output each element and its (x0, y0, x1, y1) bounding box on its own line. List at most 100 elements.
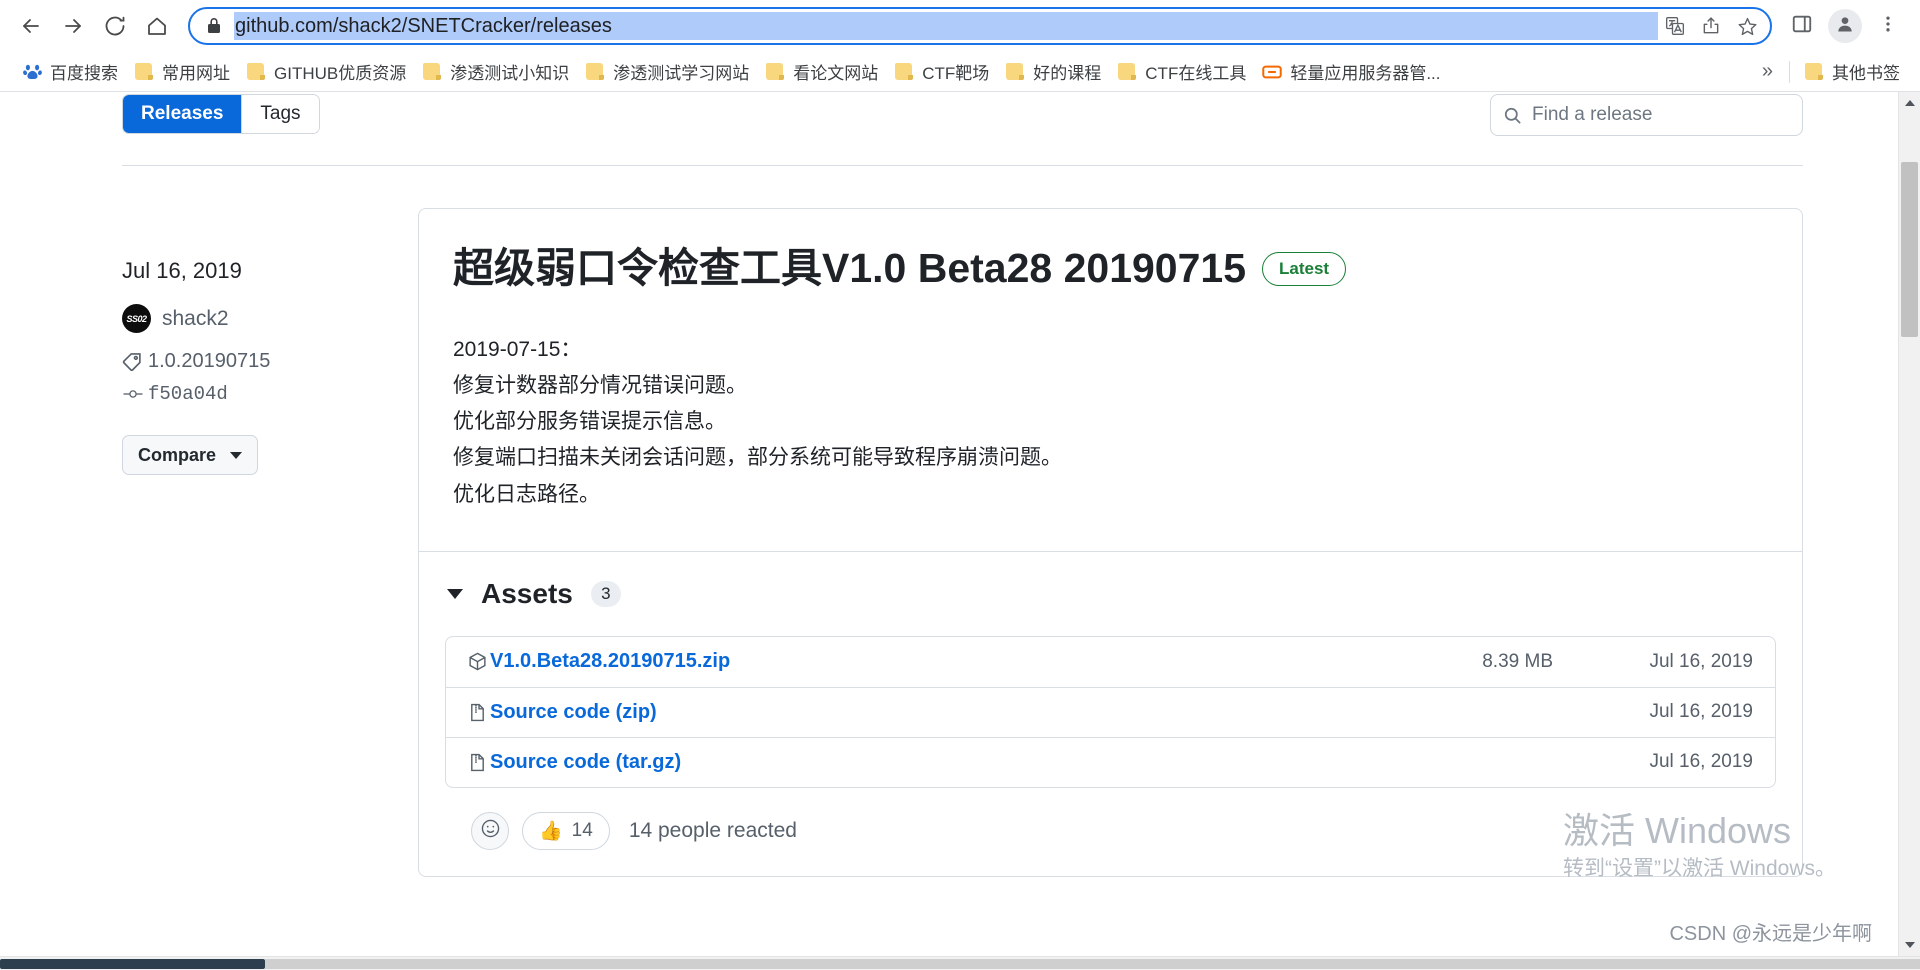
asset-name-cell: V1.0.Beta28.20190715.zip (468, 650, 1363, 673)
other-bookmarks-button[interactable]: 其他书签 (1796, 57, 1908, 87)
bookmark-item-1[interactable]: 常用网址 (126, 57, 238, 87)
chevron-down-icon (230, 451, 243, 459)
bookmarks-bar: 百度搜索 常用网址 GITHUB优质资源 渗透测试小知识 渗透测试学习网站 看论… (0, 52, 1920, 92)
baidu-icon (22, 62, 42, 82)
folder-icon (765, 62, 785, 82)
caret-up-icon (1904, 100, 1915, 106)
bookmark-item-4[interactable]: 渗透测试学习网站 (577, 57, 757, 87)
kebab-menu-icon (1878, 14, 1898, 39)
folder-icon (1117, 62, 1137, 82)
assets-list: V1.0.Beta28.20190715.zip 8.39 MB Jul 16,… (445, 635, 1776, 788)
folder-icon (134, 62, 154, 82)
release-note-line: 2019-07-15： (453, 338, 582, 362)
bookmark-label: GITHUB优质资源 (274, 64, 407, 83)
table-row[interactable]: V1.0.Beta28.20190715.zip 8.39 MB Jul 16,… (446, 637, 1775, 687)
profile-button[interactable] (1828, 9, 1862, 43)
vertical-scrollbar[interactable] (1898, 92, 1920, 956)
bookmark-label: 渗透测试学习网站 (613, 64, 750, 83)
bookmark-item-7[interactable]: 好的课程 (997, 57, 1109, 87)
header-divider (122, 165, 1803, 166)
home-button[interactable] (138, 7, 176, 45)
translate-icon[interactable] (1658, 9, 1692, 43)
table-row[interactable]: Source code (zip) Jul 16, 2019 (446, 686, 1775, 737)
assets-label: Assets (481, 577, 573, 609)
tab-tags[interactable]: Tags (241, 95, 319, 133)
back-arrow-icon (19, 14, 43, 38)
horizontal-scrollbar-thumb[interactable] (0, 959, 265, 969)
bookmark-item-5[interactable]: 看论文网站 (757, 57, 886, 87)
release-meta: Jul 16, 2019 SS02 shack2 1.0.20190715 f5… (122, 208, 418, 475)
folder-icon (585, 62, 605, 82)
bookmark-item-2[interactable]: GITHUB优质资源 (238, 57, 414, 87)
release-commit-row[interactable]: f50a04d (122, 383, 418, 405)
reaction-thumbsup-button[interactable]: 👍 14 (522, 811, 610, 850)
asset-size: 8.39 MB (1482, 650, 1553, 672)
bookmark-item-3[interactable]: 渗透测试小知识 (414, 57, 577, 87)
caret-down-icon (1904, 942, 1915, 948)
folder-icon (422, 62, 442, 82)
bookmark-label: CTF靶场 (922, 64, 990, 83)
reload-button[interactable] (96, 7, 134, 45)
lock-icon (206, 17, 222, 35)
horizontal-scrollbar[interactable] (0, 956, 1920, 970)
smiley-icon (480, 818, 501, 844)
avatar: SS02 (122, 304, 151, 333)
browser-window: github.com/shack2/SNETCracker/releases 百… (0, 0, 1920, 970)
chrome-menu-button[interactable] (1868, 6, 1908, 46)
bookmark-label: 渗透测试小知识 (450, 64, 570, 83)
bookmark-item-6[interactable]: CTF靶场 (886, 57, 997, 87)
tab-releases[interactable]: Releases (123, 95, 242, 133)
asset-link[interactable]: Source code (zip) (490, 701, 657, 724)
release-card: 超级弱口令检查工具V1.0 Beta28 20190715 Latest 201… (418, 208, 1803, 877)
bookmark-label: 好的课程 (1033, 64, 1102, 83)
tag-icon (122, 352, 148, 372)
address-bar[interactable]: github.com/shack2/SNETCracker/releases (188, 7, 1772, 45)
release-tag: 1.0.20190715 (148, 350, 271, 372)
omnibox-actions (1658, 9, 1764, 43)
caret-down-icon (447, 588, 463, 599)
releases-header: Releases Tags Find a release (0, 94, 1898, 136)
find-release-input[interactable]: Find a release (1490, 94, 1803, 136)
search-icon (1503, 106, 1522, 125)
bookmark-item-8[interactable]: CTF在线工具 (1109, 57, 1254, 87)
csdn-credit: CSDN @永远是少年啊 (1669, 923, 1872, 945)
back-button[interactable] (12, 7, 50, 45)
add-reaction-button[interactable] (471, 811, 509, 850)
reload-icon (103, 14, 127, 38)
release-author[interactable]: SS02 shack2 (122, 304, 418, 333)
asset-date: Jul 16, 2019 (1649, 650, 1753, 672)
folder-icon (246, 62, 266, 82)
page-title: 超级弱口令检查工具V1.0 Beta28 20190715 (453, 245, 1247, 291)
scroll-up-button[interactable] (1899, 92, 1920, 114)
assets-header[interactable]: Assets 3 (445, 578, 1776, 610)
release-note-line: 优化日志路径。 (453, 482, 600, 506)
forward-button[interactable] (54, 7, 92, 45)
url-text[interactable]: github.com/shack2/SNETCracker/releases (234, 12, 1658, 40)
bookmark-label: 常用网址 (162, 64, 230, 83)
release-tag-row[interactable]: 1.0.20190715 (122, 350, 418, 373)
person-icon (1835, 14, 1855, 39)
horizontal-scrollbar-track[interactable] (265, 959, 1920, 969)
bookmarks-overflow-button[interactable]: » (1752, 60, 1783, 83)
side-panel-icon (1791, 13, 1813, 40)
bookmark-item-0[interactable]: 百度搜索 (14, 57, 126, 87)
bookmark-label: 看论文网站 (793, 64, 879, 83)
commit-icon (122, 384, 148, 404)
reactions-summary: 14 people reacted (628, 818, 797, 842)
page-viewport: Releases Tags Find a release Jul 16, 201… (0, 92, 1920, 956)
forward-arrow-icon (61, 14, 85, 38)
side-panel-button[interactable] (1782, 6, 1822, 46)
asset-link[interactable]: V1.0.Beta28.20190715.zip (490, 650, 730, 673)
table-row[interactable]: Source code (tar.gz) Jul 16, 2019 (446, 736, 1775, 787)
compare-button[interactable]: Compare (122, 435, 259, 475)
asset-link[interactable]: Source code (tar.gz) (490, 751, 681, 774)
folder-icon (1804, 62, 1824, 82)
scrollbar-thumb[interactable] (1901, 162, 1918, 337)
scroll-down-button[interactable] (1899, 934, 1920, 956)
release-title-row: 超级弱口令检查工具V1.0 Beta28 20190715 Latest (453, 245, 1768, 292)
share-icon[interactable] (1694, 9, 1728, 43)
bookmark-item-9[interactable]: 轻量应用服务器管... (1254, 57, 1448, 87)
bookmark-star-icon[interactable] (1730, 9, 1764, 43)
folder-icon (1005, 62, 1025, 82)
release-note-line: 优化部分服务错误提示信息。 (453, 410, 726, 434)
